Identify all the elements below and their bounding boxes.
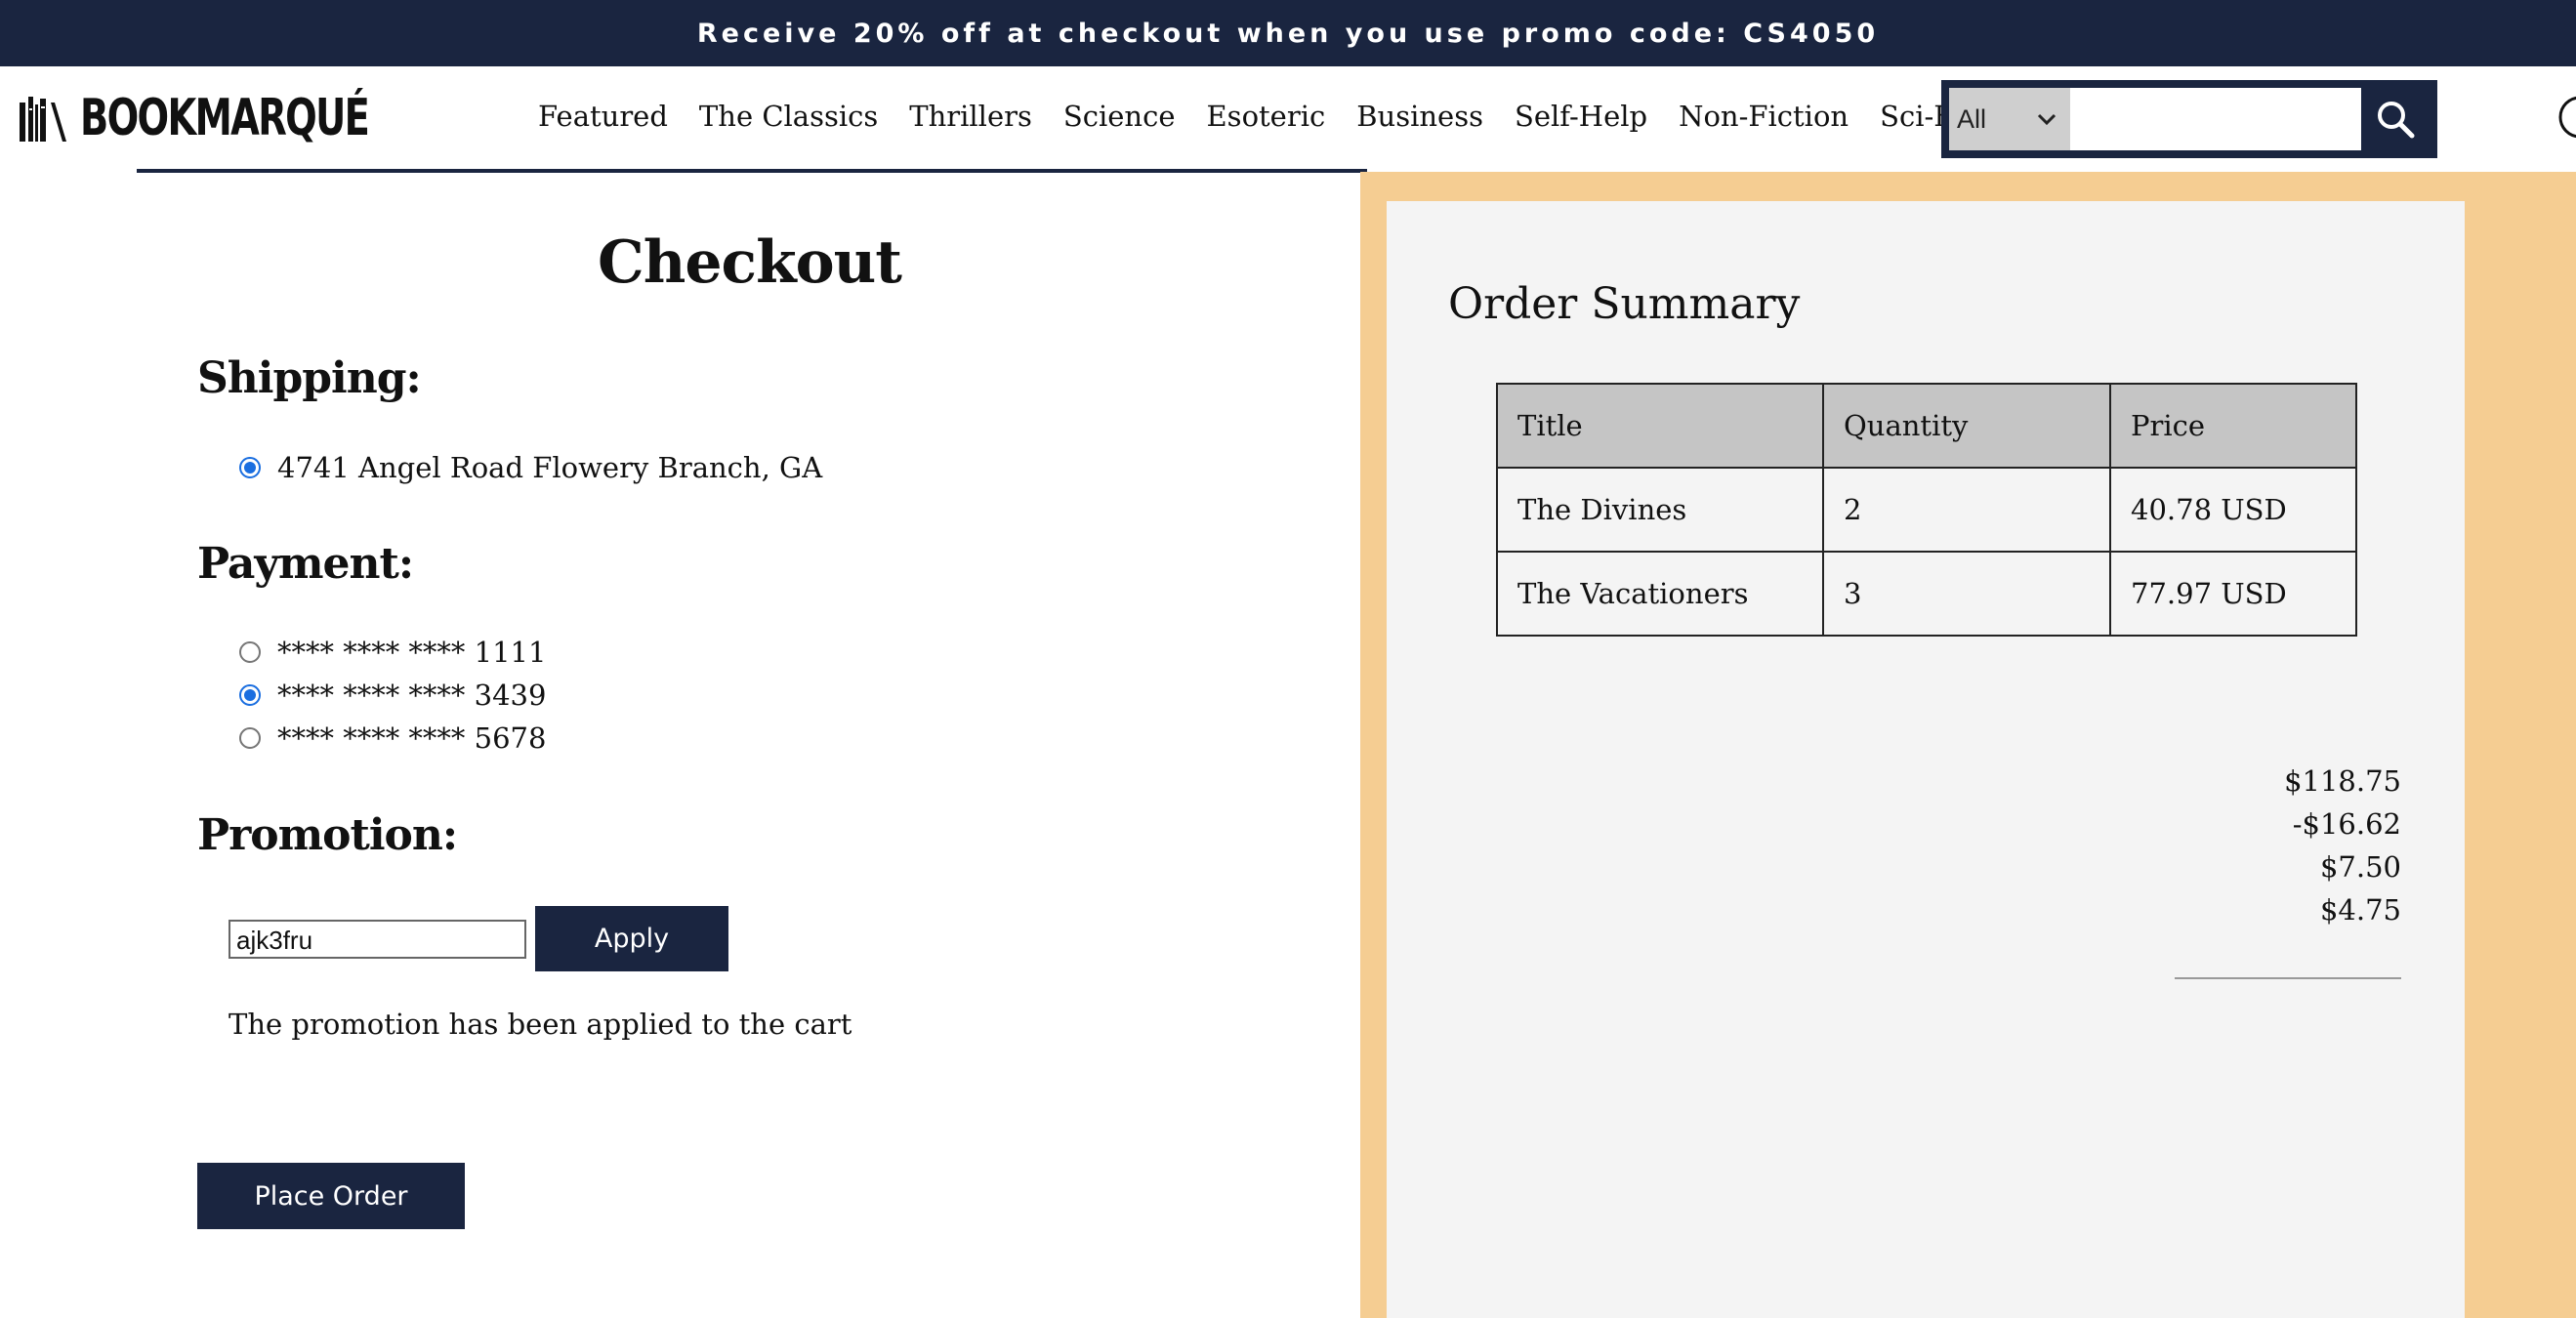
nav-item-thrillers[interactable]: Thrillers xyxy=(909,100,1032,133)
nav-item-self-help[interactable]: Self-Help xyxy=(1515,100,1647,133)
promotion-heading: Promotion: xyxy=(197,810,458,860)
nav-item-non-fiction[interactable]: Non-Fiction xyxy=(1679,100,1849,133)
search-bar: All xyxy=(1941,80,2437,158)
row-title: The Vacationers xyxy=(1496,551,1824,637)
order-table-header: Title Quantity Price xyxy=(1496,383,2357,469)
search-category-select[interactable]: All xyxy=(1949,88,2070,150)
discount-value: -$16.62 xyxy=(2292,807,2401,841)
shipping-option-radio[interactable] xyxy=(239,457,261,478)
payment-option-radio-5678[interactable] xyxy=(239,727,261,749)
search-icon xyxy=(2378,102,2415,139)
column-header-title: Title xyxy=(1496,383,1824,469)
nav-item-featured[interactable]: Featured xyxy=(538,100,668,133)
place-order-label: Place Order xyxy=(254,1180,408,1212)
payment-option-label-1111: **** **** **** 1111 xyxy=(277,636,547,669)
search-category-value: All xyxy=(1957,103,1987,134)
row-price: 77.97 USD xyxy=(2109,551,2357,637)
totals-divider xyxy=(2175,977,2401,979)
payment-option-label-3439: **** **** **** 3439 xyxy=(277,679,547,712)
search-button[interactable] xyxy=(2361,88,2430,150)
order-summary-title: Order Summary xyxy=(1448,279,1801,329)
chevron-down-icon xyxy=(2037,113,2057,126)
apply-promo-button[interactable]: Apply xyxy=(535,906,728,971)
shipping-heading: Shipping: xyxy=(197,353,422,403)
books-icon xyxy=(20,97,66,142)
row-title: The Divines xyxy=(1496,467,1824,553)
order-table: Title Quantity Price The Divines 2 40.78… xyxy=(1496,383,2357,637)
nav-item-the-classics[interactable]: The Classics xyxy=(699,100,878,133)
site-logo[interactable]: BOOKMARQUÉ xyxy=(18,86,432,150)
row-quantity: 3 xyxy=(1822,551,2111,637)
nav-item-esoteric[interactable]: Esoteric xyxy=(1207,100,1326,133)
header-divider xyxy=(137,169,1367,173)
tax-value: $4.75 xyxy=(2319,893,2401,927)
place-order-button[interactable]: Place Order xyxy=(197,1163,465,1229)
subtotal-value: $118.75 xyxy=(2284,764,2401,798)
nav-item-science[interactable]: Science xyxy=(1063,100,1176,133)
payment-option-radio-1111[interactable] xyxy=(239,641,261,663)
page-title: Checkout xyxy=(597,228,902,297)
payment-option-label-5678: **** **** **** 5678 xyxy=(277,721,547,755)
row-quantity: 2 xyxy=(1822,467,2111,553)
shipping-option-label: 4741 Angel Road Flowery Branch, GA xyxy=(277,451,823,484)
promo-code-input[interactable]: ajk3fru xyxy=(229,920,526,959)
shipping-value: $7.50 xyxy=(2319,850,2401,884)
row-price: 40.78 USD xyxy=(2109,467,2357,553)
column-header-quantity: Quantity xyxy=(1822,383,2111,469)
order-totals: $118.75 -$16.62 $7.50 $4.75 xyxy=(2284,760,2401,931)
logo-text: BOOKMARQUÉ xyxy=(80,89,370,147)
account-icon[interactable] xyxy=(2556,94,2576,141)
main-nav: Featured The Classics Thrillers Science … xyxy=(538,100,1994,133)
table-row: The Divines 2 40.78 USD xyxy=(1496,467,2357,553)
payment-option-radio-3439[interactable] xyxy=(239,684,261,706)
promo-banner-text: Receive 20% off at checkout when you use… xyxy=(696,18,1880,49)
apply-promo-label: Apply xyxy=(594,924,670,954)
nav-item-business[interactable]: Business xyxy=(1356,100,1483,133)
promo-status-message: The promotion has been applied to the ca… xyxy=(229,1008,852,1041)
search-input[interactable] xyxy=(2070,88,2361,150)
payment-heading: Payment: xyxy=(197,539,414,589)
column-header-price: Price xyxy=(2109,383,2357,469)
table-row: The Vacationers 3 77.97 USD xyxy=(1496,551,2357,637)
site-header: BOOKMARQUÉ Featured The Classics Thrille… xyxy=(0,66,2576,172)
promo-banner: Receive 20% off at checkout when you use… xyxy=(0,0,2576,66)
